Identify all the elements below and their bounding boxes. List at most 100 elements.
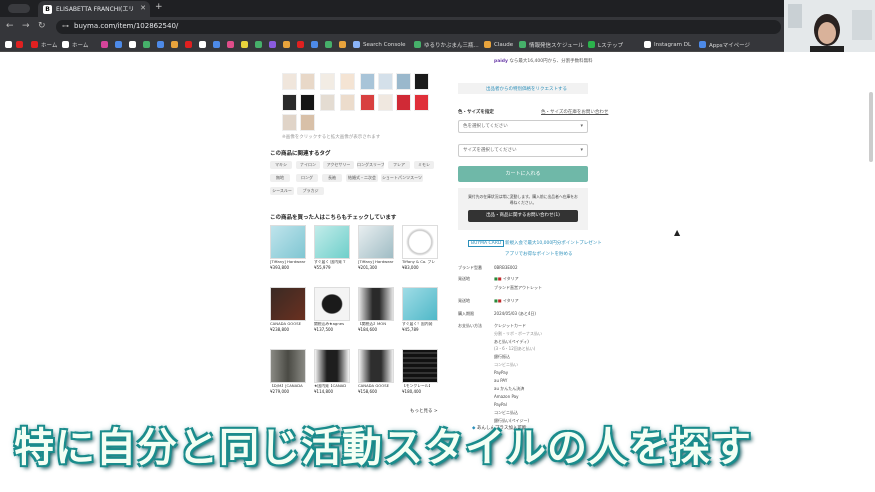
- bookmark-schedule[interactable]: 情報発信スケジュール: [519, 40, 584, 49]
- thumbnail[interactable]: [300, 73, 315, 90]
- chevron-down-icon: ▾: [580, 123, 583, 129]
- bookmark-icon-b[interactable]: [143, 40, 150, 49]
- tag[interactable]: シースルー: [270, 187, 294, 195]
- bookmark-search-console[interactable]: Search Console: [353, 40, 405, 49]
- bookmark-icon-a[interactable]: [115, 40, 122, 49]
- product-card[interactable]: すぐ届く！国内発 ¥45,789: [402, 287, 438, 332]
- info-key: 購入期限: [458, 311, 474, 316]
- tag[interactable]: ナイロン: [296, 161, 320, 169]
- add-to-cart-button[interactable]: カートに入れる: [458, 166, 588, 182]
- bookmark-icon-g[interactable]: [213, 40, 220, 49]
- payment-method: コンビニ払い: [494, 362, 518, 367]
- bookmark-icon-p[interactable]: [339, 40, 346, 49]
- bookmark-lstep[interactable]: Lステップ: [588, 40, 623, 49]
- bookmark-icon-n[interactable]: [311, 40, 318, 49]
- tag[interactable]: ロング: [296, 174, 318, 182]
- forward-icon[interactable]: →: [22, 21, 30, 32]
- product-image: [314, 349, 350, 383]
- product-card[interactable]: 関税込み★agnes ¥137,500: [314, 287, 350, 332]
- site-info-icon[interactable]: ⊶: [62, 22, 69, 30]
- product-image: [358, 225, 394, 259]
- size-select[interactable]: サイズを選択してください ▾: [458, 144, 588, 157]
- tag[interactable]: アクセサリー: [323, 161, 354, 169]
- new-tab-icon[interactable]: +: [155, 2, 163, 12]
- thumbnail[interactable]: [360, 94, 375, 111]
- tag[interactable]: プラカジ: [297, 187, 324, 195]
- thumbnail[interactable]: [378, 94, 393, 111]
- bookmark-icon-o[interactable]: [325, 40, 332, 49]
- thumbnail[interactable]: [396, 94, 411, 111]
- thumbnail[interactable]: [300, 94, 315, 111]
- bookmark-icon-k[interactable]: [269, 40, 276, 49]
- bookmark-claude[interactable]: Claude: [484, 40, 513, 49]
- inquiry-button[interactable]: 出品・商品に関するお問い合わせ(1): [468, 210, 578, 222]
- back-icon[interactable]: ←: [6, 21, 14, 32]
- tag[interactable]: ショートパンツスーツ: [381, 174, 423, 182]
- tag[interactable]: 長袖: [322, 174, 342, 182]
- size-inquiry-link[interactable]: 色・サイズの在庫をお問い合わせ: [541, 109, 608, 115]
- bookmark-x-icon[interactable]: [5, 40, 12, 49]
- app-point-link[interactable]: アプリでお得なポイントを貯める: [505, 251, 573, 257]
- thumbnail[interactable]: [360, 73, 375, 90]
- thumbnail[interactable]: [282, 73, 297, 90]
- product-card[interactable]: すぐ届く 国内発 T ¥55,979: [314, 225, 350, 270]
- thumbnail[interactable]: [340, 73, 355, 90]
- tag[interactable]: 無地: [270, 174, 290, 182]
- thumbnail[interactable]: [340, 94, 355, 111]
- product-card[interactable]: 【モンクレール】 ¥180,400: [402, 349, 438, 394]
- bookmark-icon-j[interactable]: [255, 40, 262, 49]
- bookmark-icon-c[interactable]: [157, 40, 164, 49]
- window-controls[interactable]: [8, 4, 30, 13]
- product-card[interactable]: CANADA GOOSE ¥238,800: [270, 287, 306, 332]
- address-bar[interactable]: ⊶ buyma.com/item/102862540/: [56, 20, 781, 34]
- thumbnail[interactable]: [300, 114, 315, 131]
- bookmark-yururi[interactable]: ゆるりかぶまん三瓶...: [414, 40, 479, 49]
- scrollbar-thumb[interactable]: [869, 92, 873, 162]
- thumbnail[interactable]: [378, 73, 393, 90]
- bookmark-icon-d[interactable]: [171, 40, 178, 49]
- thumbnail[interactable]: [282, 114, 297, 131]
- bookmark-icon-i[interactable]: [241, 40, 248, 49]
- bookmark-icon-h[interactable]: [227, 40, 234, 49]
- product-card[interactable]: [Tiffany] Hardwear ¥201,300: [358, 225, 394, 270]
- bookmark-buyma-icon[interactable]: [129, 40, 136, 49]
- product-name: [Tiffany] Hardwear: [358, 260, 394, 264]
- browser-tab[interactable]: B ELISABETTA FRANCHI(エリ ✕: [38, 1, 150, 17]
- bookmark-home-2[interactable]: ホーム: [62, 40, 88, 49]
- tag[interactable]: マキシ: [270, 161, 292, 169]
- tag[interactable]: ロングスリーブ: [357, 161, 384, 169]
- buyma-card-link[interactable]: 新規入会で最大10,000円分ポイントプレゼント: [505, 240, 602, 246]
- close-tab-icon[interactable]: ✕: [140, 4, 146, 12]
- product-card[interactable]: [Tiffany] Hardwear ¥393,800: [270, 225, 306, 270]
- tag[interactable]: フレア: [388, 161, 410, 169]
- bookmark-apps[interactable]: Appsマイページ: [699, 40, 750, 49]
- product-card[interactable]: CANADA GOOSE ¥158,600: [358, 349, 394, 394]
- tag[interactable]: 結婚式・二次会: [346, 174, 378, 182]
- thumbnail[interactable]: [414, 73, 429, 90]
- bookmark-youtube-icon[interactable]: [16, 40, 23, 49]
- thumbnail[interactable]: [396, 73, 411, 90]
- thumbnail[interactable]: [320, 94, 335, 111]
- bookmark-instagram-icon[interactable]: [101, 40, 108, 49]
- thumbnail[interactable]: [320, 73, 335, 90]
- reload-icon[interactable]: ↻: [38, 21, 46, 32]
- bookmark-instagram-dl[interactable]: Instagram DL: [644, 40, 691, 49]
- payment-method: 銀行振込: [494, 354, 510, 359]
- product-card[interactable]: Tiffany & Co. ブレ ¥83,000: [402, 225, 438, 270]
- bookmark-icon-m[interactable]: [297, 40, 304, 49]
- thumbnail[interactable]: [414, 94, 429, 111]
- bookmark-icon-f[interactable]: [199, 40, 206, 49]
- product-card[interactable]: 【関税込】MON ¥184,600: [358, 287, 394, 332]
- coupon-link[interactable]: 出品者からの特別価格をリクエストする: [486, 86, 567, 92]
- tag[interactable]: ミモレ: [414, 161, 434, 169]
- product-card[interactable]: ★国内発【CANAD ¥114,800: [314, 349, 350, 394]
- bookmark-home-1[interactable]: ホーム: [31, 40, 57, 49]
- bookmark-icon-l[interactable]: [283, 40, 290, 49]
- coupon-bar[interactable]: 出品者からの特別価格をリクエストする: [458, 83, 588, 94]
- product-card[interactable]: 【D/M】[CANADA ¥279,000: [270, 349, 306, 394]
- thumbnail[interactable]: [282, 94, 297, 111]
- page-scrollbar[interactable]: [867, 52, 875, 412]
- color-select[interactable]: 色を選択してください ▾: [458, 120, 588, 133]
- caption-text: 特に自分と同じ活動スタイルの人を探す: [14, 425, 752, 471]
- bookmark-icon-e[interactable]: [185, 40, 192, 49]
